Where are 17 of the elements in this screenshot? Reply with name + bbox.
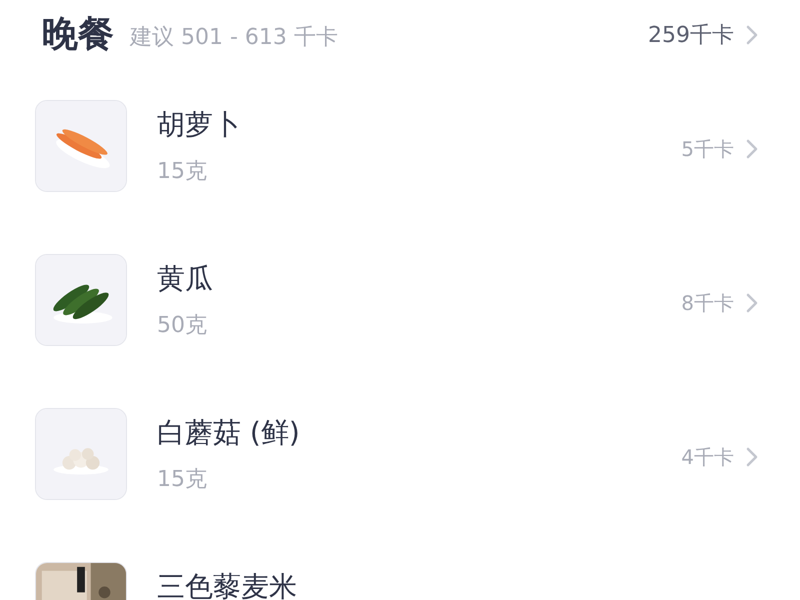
chevron-right-icon: [746, 25, 758, 45]
food-name[interactable]: 三色藜麦米: [157, 573, 297, 600]
food-amount: 15克: [157, 469, 208, 491]
food-name[interactable]: 白蘑菇 (鲜): [157, 419, 300, 447]
suggested-calories: 建议 501 - 613 千卡: [130, 24, 338, 52]
total-calories: 259千卡: [648, 22, 734, 50]
food-calories: 4千卡: [681, 444, 734, 471]
food-amount: 50克: [157, 315, 208, 337]
food-calories: 8千卡: [681, 290, 734, 317]
chevron-right-icon: [746, 293, 758, 313]
chevron-right-icon: [746, 447, 758, 467]
food-amount: 15克: [157, 161, 208, 183]
food-name[interactable]: 黄瓜: [157, 265, 213, 293]
chevron-right-icon: [746, 139, 758, 159]
food-name[interactable]: 胡萝卜: [157, 111, 241, 139]
meal-title: 晚餐: [42, 13, 114, 57]
food-calories: 5千卡: [681, 136, 734, 163]
